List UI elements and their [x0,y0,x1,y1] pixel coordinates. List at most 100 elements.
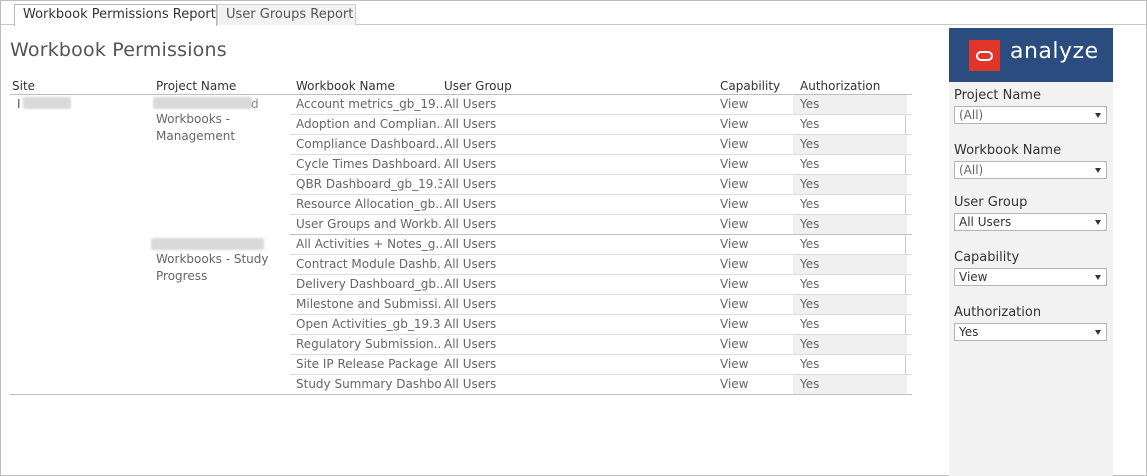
cell-authorization: Yes [793,215,907,234]
cell-workbook-name: Resource Allocation_gb.. [296,197,442,211]
cell-authorization: Yes [800,277,820,291]
table-row[interactable]: Adoption and Complian.. All Users View Yes [290,115,912,135]
cell-authorization: Yes [793,175,907,194]
cell-authorization: Yes [800,157,820,171]
cell-user-group: All Users [444,177,497,191]
filter-select-capability[interactable]: View [954,268,1107,286]
cell-capability: View [720,377,749,391]
table-row[interactable]: Delivery Dashboard_gb.. All Users View Yes [290,275,912,295]
redacted-site-name [23,97,71,109]
filter-label-project-name: Project Name [954,88,1041,103]
filter-label-workbook-name: Workbook Name [954,143,1062,158]
filter-value: All Users [959,215,1012,229]
filter-label-capability: Capability [954,250,1020,265]
filter-select-project-name[interactable]: (All) [954,106,1107,124]
cell-capability: View [720,237,749,251]
cell-workbook-name: Contract Module Dashb.. [296,257,442,271]
cell-user-group: All Users [444,157,497,171]
header-authorization[interactable]: Authorization [800,79,880,93]
cell-user-group: All Users [444,137,497,151]
dropdown-arrow-icon [1095,113,1101,118]
cell-user-group: All Users [444,257,497,271]
table-row[interactable]: All Activities + Notes_g.. All Users View Y… [290,235,912,255]
cell-authorization: Yes [793,335,907,354]
cell-capability: View [720,217,749,231]
dropdown-arrow-icon [1095,168,1101,173]
cell-capability: View [720,117,749,131]
table-body: Account metrics_gb_19.. All Users View Yes A… [290,95,912,395]
dropdown-arrow-icon [1095,275,1101,280]
header-workbook-name[interactable]: Workbook Name [296,79,395,93]
permissions-table: Site Project Name Workbook Name User Gro… [10,75,912,395]
tab-bar: Workbook Permissions Report User Groups … [1,1,1146,26]
cell-authorization: Yes [793,295,907,314]
cell-capability: View [720,317,749,331]
logo-text: analyze [1010,39,1099,64]
oracle-logo-icon [969,40,1000,71]
cell-user-group: All Users [444,117,497,131]
cell-workbook-name: Milestone and Submissi.. [296,297,442,311]
cell-workbook-name: QBR Dashboard_gb_19.3 [296,177,442,191]
filter-panel: analyze Project Name (All) Workbook Name… [949,28,1113,476]
cell-capability: View [720,337,749,351]
table-row[interactable]: Compliance Dashboard.. All Users View Yes [290,135,912,155]
table-row[interactable]: Open Activities_gb_19.3 All Users View Yes [290,315,912,335]
redacted-project-prefix [151,238,264,250]
filter-select-authorization[interactable]: Yes [954,323,1107,341]
project-name-management: Workbooks - Management [156,112,236,143]
cell-capability: View [720,137,749,151]
table-row[interactable]: Regulatory Submission.. All Users View Yes [290,335,912,355]
tab-workbook-permissions-report[interactable]: Workbook Permissions Report [14,4,217,26]
cell-workbook-name: Delivery Dashboard_gb.. [296,277,442,291]
cell-user-group: All Users [444,377,497,391]
cell-authorization: Yes [800,117,820,131]
filter-label-user-group: User Group [954,195,1028,210]
table-row[interactable]: Site IP Release Package .. All Users View Y… [290,355,912,375]
cell-capability: View [720,157,749,171]
cell-capability: View [720,177,749,191]
cell-user-group: All Users [444,217,497,231]
header-site[interactable]: Site [12,79,35,93]
table-row[interactable]: Contract Module Dashb.. All Users View Yes [290,255,912,275]
table-row[interactable]: Cycle Times Dashboard.. All Users View Yes [290,155,912,175]
cell-workbook-name: Study Summary Dashbo.. [296,377,442,391]
table-row[interactable]: Account metrics_gb_19.. All Users View Yes [290,95,912,115]
dashboard-frame: Workbook Permissions Report User Groups … [0,0,1147,476]
cell-user-group: All Users [444,277,497,291]
tab-user-groups-report[interactable]: User Groups Report [217,4,356,25]
header-capability[interactable]: Capability [720,79,780,93]
table-row[interactable]: Study Summary Dashbo.. All Users View Yes [290,375,912,395]
filter-value: (All) [959,108,984,122]
cell-workbook-name: Open Activities_gb_19.3 [296,317,441,331]
table-row[interactable]: Resource Allocation_gb.. All Users View Yes [290,195,912,215]
table-row[interactable]: User Groups and Workb.. All Users View Yes [290,215,912,235]
cell-user-group: All Users [444,197,497,211]
cell-user-group: All Users [444,237,497,251]
site-value: I [17,97,21,111]
filter-select-user-group[interactable]: All Users [954,213,1107,231]
table-row[interactable]: Milestone and Submissi.. All Users View Yes [290,295,912,315]
cell-workbook-name: User Groups and Workb.. [296,217,442,231]
cell-authorization: Yes [800,237,820,251]
dropdown-arrow-icon [1095,220,1101,225]
filter-label-authorization: Authorization [954,305,1042,320]
table-row[interactable]: QBR Dashboard_gb_19.3 All Users View Yes [290,175,912,195]
cell-workbook-name: Adoption and Complian.. [296,117,442,131]
cell-user-group: All Users [444,317,497,331]
cell-user-group: All Users [444,297,497,311]
cell-capability: View [720,257,749,271]
header-project-name[interactable]: Project Name [156,79,236,93]
cell-authorization: Yes [793,375,907,394]
cell-capability: View [720,277,749,291]
header-user-group[interactable]: User Group [444,79,512,93]
filter-select-workbook-name[interactable]: (All) [954,161,1107,179]
cell-authorization: Yes [800,197,820,211]
cell-authorization: Yes [800,317,820,331]
filter-value: Yes [959,325,979,339]
table-bottom-border [10,394,912,395]
redacted-project-prefix [153,97,252,109]
cell-authorization: Yes [793,135,907,154]
filter-value: (All) [959,163,984,177]
filter-value: View [959,270,988,284]
cell-workbook-name: Site IP Release Package .. [296,357,442,371]
